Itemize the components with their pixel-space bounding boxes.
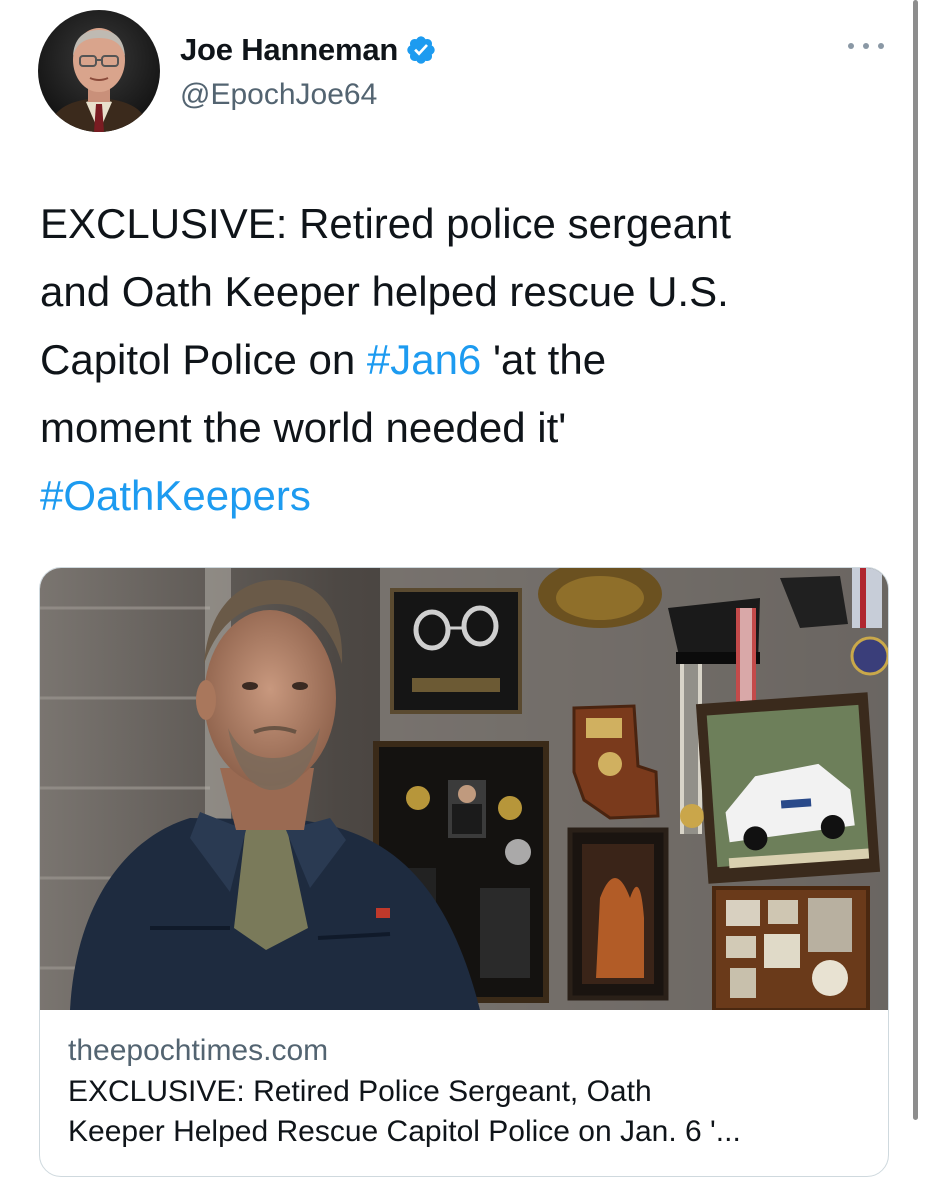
dot-icon xyxy=(863,43,869,49)
tweet-text: EXCLUSIVE: Retired police sergeant and Oa… xyxy=(40,190,900,530)
tweet-text-segment: and Oath Keeper helped rescue U.S. xyxy=(40,268,729,315)
tweet-text-segment: EXCLUSIVE: Retired police sergeant xyxy=(40,200,732,247)
tweet-text-segment: Capitol Police on xyxy=(40,336,367,383)
author-name-row[interactable]: Joe Hanneman xyxy=(180,30,437,70)
link-card-domain: theepochtimes.com xyxy=(68,1034,329,1067)
author-display-name[interactable]: Joe Hanneman xyxy=(180,32,398,68)
tweet-text-line: moment the world needed it' xyxy=(40,394,900,462)
link-card-title-line: Keeper Helped Rescue Capitol Police on J… xyxy=(68,1115,741,1148)
scrollbar[interactable] xyxy=(913,0,918,1120)
avatar-photo xyxy=(38,10,160,132)
tweet-text-segment: moment the world needed it' xyxy=(40,404,567,451)
tweet-text-segment: 'at the xyxy=(481,336,607,383)
link-card-title-line: EXCLUSIVE: Retired Police Sergeant, Oath xyxy=(68,1075,652,1108)
link-card[interactable]: theepochtimes.com EXCLUSIVE: Retired Pol… xyxy=(39,567,889,1177)
dot-icon xyxy=(878,43,884,49)
link-card-title: EXCLUSIVE: Retired Police Sergeant, Oath… xyxy=(68,1072,868,1152)
tweet-text-line: EXCLUSIVE: Retired police sergeant xyxy=(40,190,900,258)
tweet-text-line: #OathKeepers xyxy=(40,462,900,530)
link-card-image xyxy=(40,568,888,1010)
tweet-text-line: Capitol Police on #Jan6 'at the xyxy=(40,326,900,394)
hashtag-link[interactable]: #Jan6 xyxy=(367,336,481,383)
tweet: Joe Hanneman @EpochJoe64 EXCLUSIVE: Reti… xyxy=(0,0,927,1200)
author-handle[interactable]: @EpochJoe64 xyxy=(180,78,377,112)
more-options-icon[interactable] xyxy=(848,36,884,56)
link-card-meta: theepochtimes.com EXCLUSIVE: Retired Pol… xyxy=(68,1030,868,1152)
verified-badge-icon xyxy=(407,36,435,64)
hashtag-link[interactable]: #OathKeepers xyxy=(40,472,311,519)
tweet-text-line: and Oath Keeper helped rescue U.S. xyxy=(40,258,900,326)
dot-icon xyxy=(848,43,854,49)
avatar[interactable] xyxy=(38,10,160,132)
